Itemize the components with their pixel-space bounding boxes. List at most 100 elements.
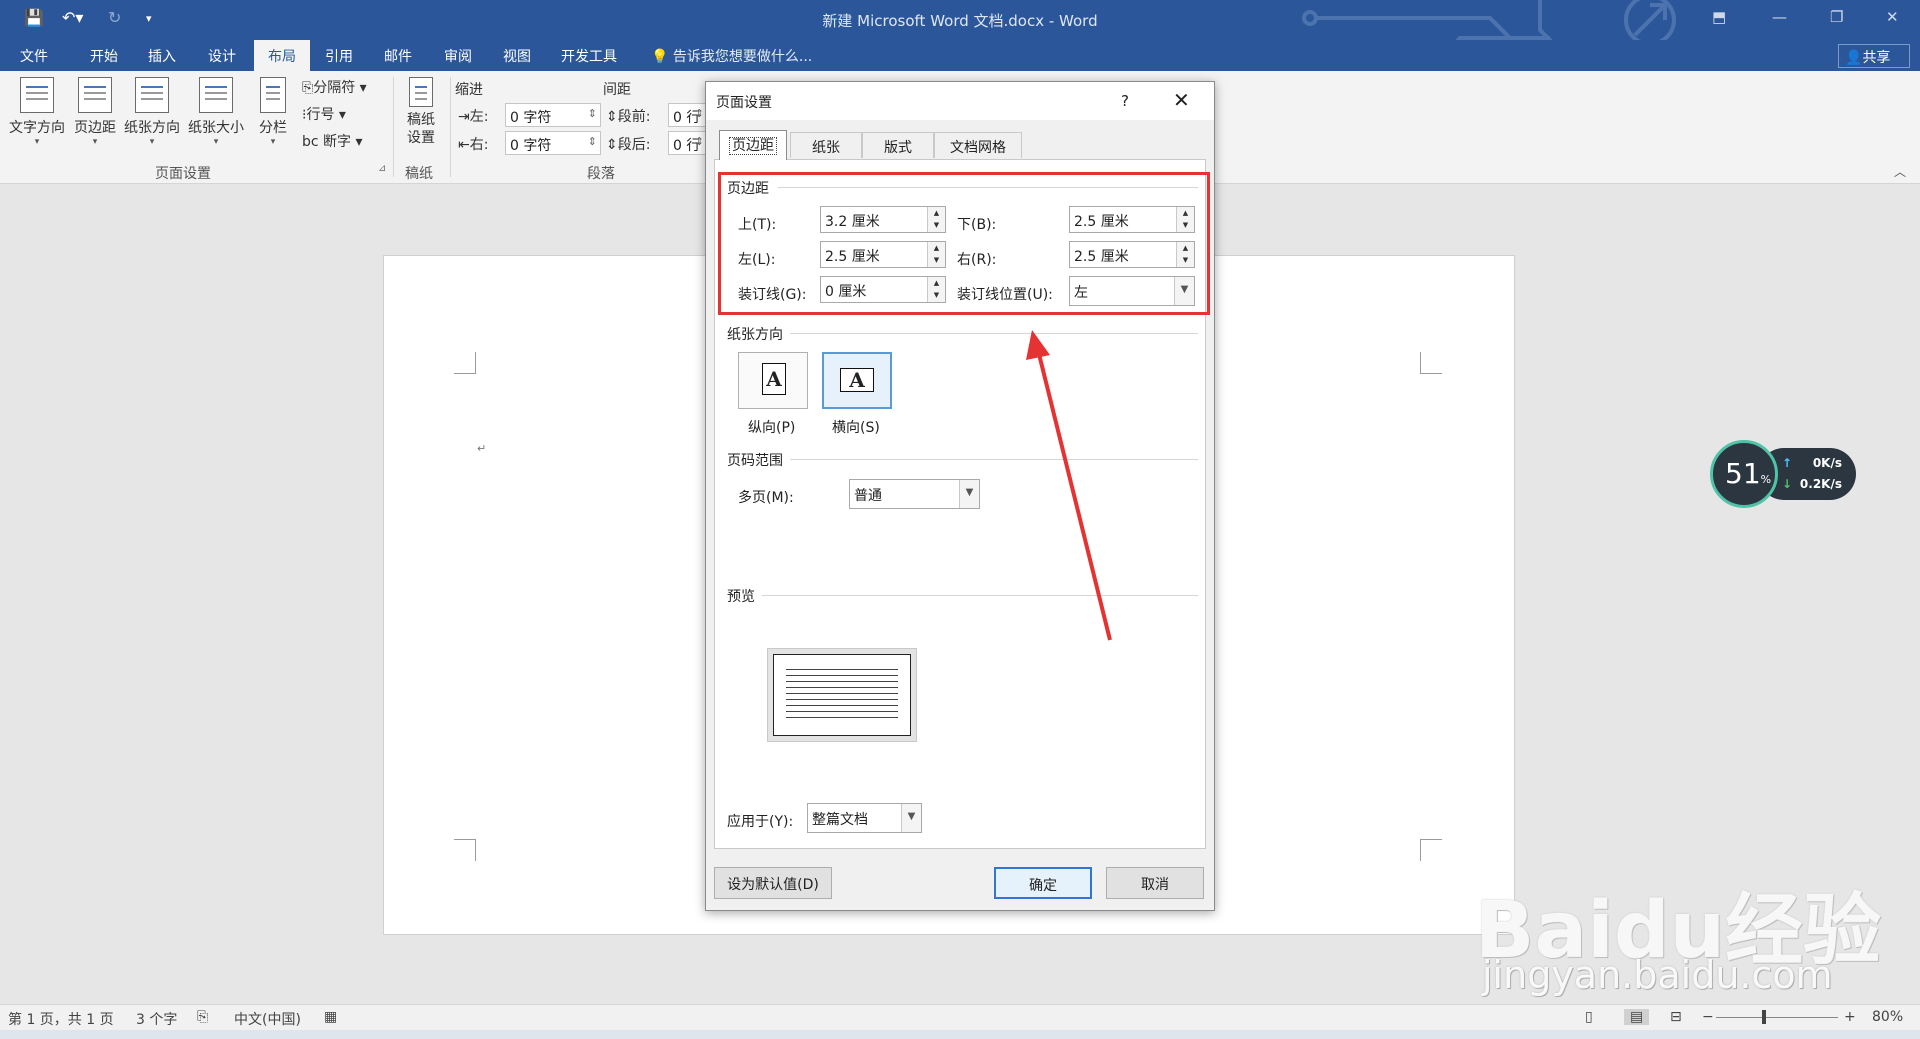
share-button[interactable]: 👤共享 (1838, 44, 1910, 68)
spacing-after-input[interactable]: 0 行 (668, 131, 708, 155)
paper-size-icon (199, 77, 233, 113)
size-label: 纸张大小 (188, 120, 244, 136)
zoom-slider[interactable] (1716, 1017, 1838, 1018)
breaks-button[interactable]: ⎘分隔符 ▾ (302, 77, 367, 97)
tab-mailings[interactable]: 邮件 (384, 46, 412, 66)
margins-button[interactable]: 页边距 ▾ (70, 77, 120, 147)
breaks-icon: ⎘ (302, 80, 314, 96)
crop-mark (1420, 352, 1442, 374)
network-monitor-widget[interactable]: ↑ 0K/s ↓ 0.2K/s 51% (1710, 440, 1860, 508)
indent-right-input[interactable]: 0 字符 (505, 131, 601, 155)
usage-percent-unit: % (1760, 473, 1772, 486)
ribbon-separator (450, 77, 451, 177)
collapse-ribbon-icon[interactable]: ︿ (1894, 163, 1906, 180)
chevron-down-icon: ▾ (34, 137, 40, 147)
minimize-icon[interactable]: — (1772, 8, 1787, 26)
paragraph-group-label: 段落 (587, 166, 615, 182)
web-layout-icon[interactable]: ⊟ (1670, 1009, 1682, 1025)
manuscript-group-label: 稿纸 (405, 166, 433, 182)
language-status[interactable]: 中文(中国) (234, 1009, 301, 1029)
spacing-before-icon: ⇕ (606, 109, 618, 125)
landscape-page-icon: A (840, 368, 874, 392)
highlight-box (718, 172, 1210, 315)
text-direction-button[interactable]: 文字方向 ▾ (6, 77, 68, 147)
apply-to-select[interactable]: 整篇文档 ▼ (807, 803, 922, 833)
orientation-button[interactable]: 纸张方向 ▾ (121, 77, 183, 147)
paragraph-mark-icon: ↵ (477, 442, 487, 455)
cancel-button[interactable]: 取消 (1106, 867, 1204, 899)
dialog-close-button[interactable]: ✕ (1173, 88, 1190, 112)
help-button[interactable]: ? (1121, 92, 1129, 110)
pages-section-title: 页码范围 (727, 453, 783, 469)
chevron-down-icon: ▾ (92, 137, 98, 147)
tab-layout[interactable]: 布局 (254, 40, 310, 71)
spacing-header: 间距 (603, 82, 631, 98)
usage-circle: 51% (1710, 440, 1778, 508)
manuscript-button[interactable]: 稿纸 设置 (400, 77, 442, 147)
close-icon[interactable]: ✕ (1886, 8, 1899, 26)
zoom-slider-thumb[interactable] (1762, 1010, 1766, 1024)
spacing-before-text: 段前: (617, 109, 651, 125)
orientation-icon (135, 77, 169, 113)
set-default-button[interactable]: 设为默认值(D) (714, 867, 832, 899)
indent-left-input[interactable]: 0 字符 (505, 103, 601, 127)
upload-speed: 0K/s (1812, 456, 1842, 470)
zoom-level[interactable]: 80% (1872, 1009, 1903, 1025)
dialog-title: 页面设置 (706, 82, 1214, 120)
tab-margins[interactable]: 页边距 (719, 130, 787, 160)
portrait-option[interactable]: A (738, 352, 808, 409)
multiple-pages-select[interactable]: 普通 ▼ (849, 479, 980, 509)
tab-design[interactable]: 设计 (208, 46, 236, 66)
hyphenation-button[interactable]: bc 断字 ▾ (302, 131, 363, 151)
line-numbers-button[interactable]: ⁝行号 ▾ (302, 104, 346, 124)
tab-review[interactable]: 审阅 (444, 46, 472, 66)
spacing-before-input[interactable]: 0 行 (668, 103, 708, 127)
tab-paper[interactable]: 纸张 (790, 132, 862, 158)
preview-lines (786, 669, 898, 719)
page-count[interactable]: 第 1 页，共 1 页 (8, 1009, 114, 1029)
landscape-option[interactable]: A (822, 352, 892, 409)
tab-developer[interactable]: 开发工具 (561, 46, 617, 66)
apply-to-label: 应用于(Y): (727, 814, 794, 830)
section-divider (762, 595, 1198, 596)
line-numbers-label: 行号 (306, 107, 335, 123)
tab-view[interactable]: 视图 (503, 46, 531, 66)
page-setup-group-label: 页面设置 (155, 166, 211, 182)
taskbar-strip (0, 1030, 1920, 1039)
crop-mark (454, 839, 476, 861)
indent-right-icon: ⇤ (458, 137, 470, 153)
tab-margins-label: 页边距 (729, 137, 777, 155)
word-count[interactable]: 3 个字 (136, 1009, 177, 1029)
restore-icon[interactable]: ❐ (1830, 8, 1843, 26)
macro-icon[interactable]: ▦ (324, 1009, 337, 1025)
spacing-after-icon: ⇕ (606, 137, 618, 153)
print-layout-icon[interactable]: ▤ (1624, 1009, 1650, 1025)
tab-insert[interactable]: 插入 (148, 46, 176, 66)
spacing-after-label: ⇕段后: (606, 134, 650, 154)
ribbon-display-icon[interactable]: ⬒ (1712, 8, 1726, 26)
tab-document-grid[interactable]: 文档网格 (934, 132, 1022, 158)
tab-file[interactable]: 文件 (20, 46, 48, 66)
tab-layout-options[interactable]: 版式 (862, 132, 934, 158)
columns-button[interactable]: 分栏 ▾ (255, 77, 291, 147)
margins-icon (78, 77, 112, 113)
section-divider (790, 333, 1198, 334)
manuscript-icon (409, 77, 433, 107)
tell-me-box[interactable]: 💡 告诉我您想要做什么... (651, 46, 812, 66)
indent-right-label: ⇤右: (458, 134, 488, 154)
indent-left-label: ⇥左: (458, 106, 488, 126)
tab-references[interactable]: 引用 (325, 46, 353, 66)
proofing-icon[interactable]: ⎘ (197, 1009, 208, 1025)
indent-right-text: 右: (469, 137, 489, 153)
ok-button[interactable]: 确定 (994, 867, 1092, 899)
zoom-out-icon[interactable]: − (1702, 1009, 1714, 1025)
dialog-launcher-icon[interactable]: ⊿ (378, 163, 386, 174)
tab-home[interactable]: 开始 (90, 46, 118, 66)
size-button[interactable]: 纸张大小 ▾ (185, 77, 247, 147)
person-icon: 👤 (1845, 50, 1863, 66)
zoom-in-icon[interactable]: + (1844, 1009, 1856, 1025)
columns-label: 分栏 (259, 120, 287, 136)
download-speed: 0.2K/s (1799, 477, 1842, 491)
read-mode-icon[interactable]: ▯ (1585, 1009, 1593, 1025)
manuscript-label: 稿纸 设置 (407, 112, 435, 146)
